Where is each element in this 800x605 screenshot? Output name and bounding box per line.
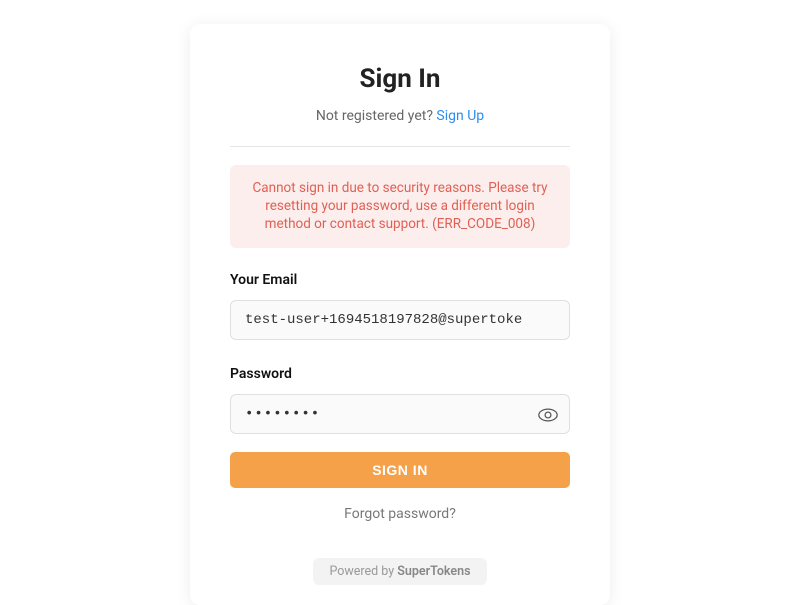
password-input-wrap: [230, 394, 570, 434]
footer: Powered by SuperTokens: [313, 558, 486, 585]
password-field-group: Password: [230, 366, 570, 434]
email-field[interactable]: [230, 300, 570, 340]
signin-card: Sign In Not registered yet? Sign Up Cann…: [190, 24, 610, 605]
email-field-group: Your Email: [230, 272, 570, 340]
signup-prompt-text: Not registered yet?: [316, 108, 437, 124]
email-label: Your Email: [230, 272, 570, 288]
signup-link[interactable]: Sign Up: [436, 108, 484, 124]
signin-button[interactable]: SIGN IN: [230, 452, 570, 488]
show-password-icon[interactable]: [538, 407, 558, 421]
footer-brand: SuperTokens: [397, 564, 470, 579]
footer-prefix: Powered by: [329, 564, 397, 579]
email-input-wrap: [230, 300, 570, 340]
forgot-password-link[interactable]: Forgot password?: [344, 506, 456, 522]
page-title: Sign In: [360, 64, 441, 94]
signup-prompt: Not registered yet? Sign Up: [316, 108, 484, 124]
divider: [230, 146, 570, 147]
error-banner: Cannot sign in due to security reasons. …: [230, 165, 570, 248]
password-field[interactable]: [230, 394, 570, 434]
password-label: Password: [230, 366, 570, 382]
